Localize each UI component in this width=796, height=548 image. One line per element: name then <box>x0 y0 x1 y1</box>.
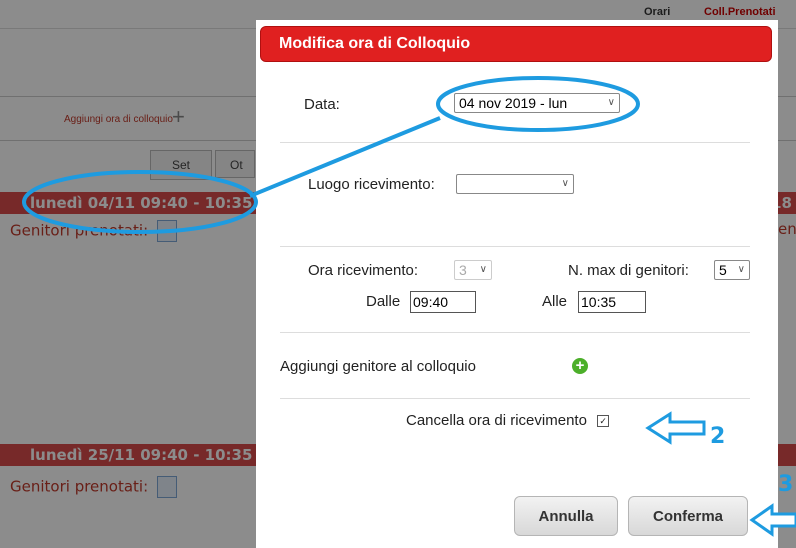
annotation-overlay <box>22 76 796 537</box>
step2-arrow-icon <box>645 411 706 445</box>
connector-line <box>249 116 441 198</box>
date-highlight-ellipse <box>436 76 640 132</box>
slot-highlight-ellipse <box>22 170 258 234</box>
step3-number: 3 <box>778 472 794 497</box>
step3-arrow-icon <box>749 503 796 537</box>
step2-number: 2 <box>710 424 726 449</box>
